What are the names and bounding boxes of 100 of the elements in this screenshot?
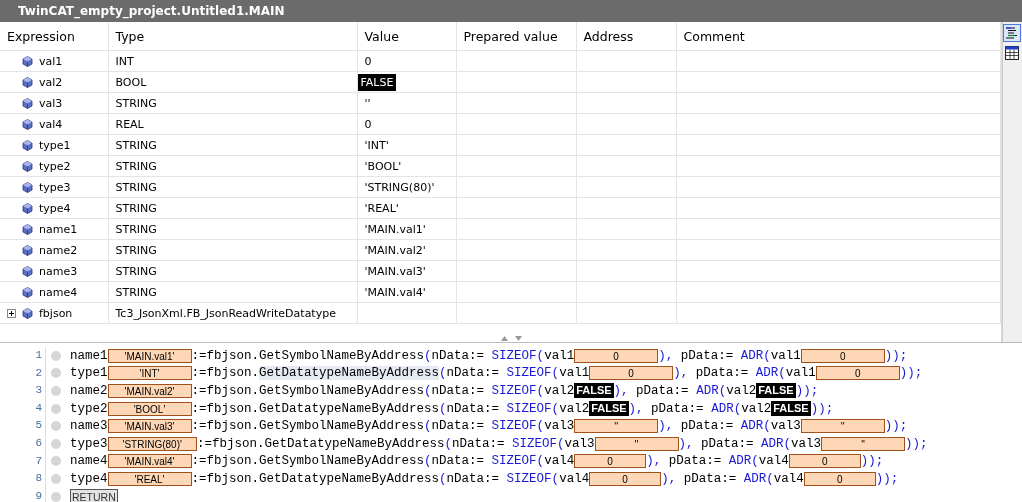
code-text: pData:= [680,419,734,434]
view-toggle-button[interactable] [1003,44,1022,62]
code-text: nData:= [446,366,500,381]
breakpoint-dot-icon[interactable] [51,386,61,396]
variable-icon [22,307,33,319]
type-cell: STRING [115,264,157,278]
column-header[interactable]: Comment [676,22,1000,51]
breakpoint-dot-icon[interactable] [51,491,61,502]
value-cell: '' [364,96,371,110]
line-number: 8 [34,471,43,487]
code-punctuation: )); [905,436,928,451]
keyword: ADR [710,401,734,416]
code-punctuation: ( [536,348,545,363]
line-number: 6 [34,435,43,451]
code-text: type1 [70,366,108,381]
breakpoint-dot-icon[interactable] [51,456,61,467]
keyword: ADR [742,471,767,486]
keyword: ADR [695,384,719,398]
window-title: TwinCAT_empty_project.Untitled1.MAIN [0,0,1022,22]
code-text: :=fbjson.GetSymbolNameByAddress [191,419,425,434]
code-punctuation: ( [444,436,452,451]
inline-value: 0 [800,348,885,363]
expression-cell: name4 [39,285,78,299]
column-header[interactable]: Address [576,22,676,51]
code-punctuation: )); [899,366,923,381]
code-text: val3 [544,419,575,434]
code-punctuation: ( [424,454,432,469]
keyword: ADR [760,436,784,451]
inline-value: 0 [574,454,647,469]
value-cell: 0 [364,54,372,68]
variable-icon [22,244,33,256]
code-text: name2 [70,384,108,398]
code-text: val4 [559,471,590,486]
code-punctuation: ( [439,401,447,416]
column-header[interactable]: Value [357,22,456,51]
type-cell: STRING [115,138,157,152]
code-punctuation: )); [884,419,908,434]
variable-icon [22,76,33,88]
breakpoint-dot-icon[interactable] [51,421,61,432]
keyword: SIZEOF [490,419,537,434]
keyword: SIZEOF [505,366,552,381]
code-punctuation: )); [860,454,884,469]
value-cell: 0 [364,117,372,131]
keyword: SIZEOF [490,454,537,469]
type-cell: STRING [115,96,157,110]
code-text: :=fbjson. [191,366,260,381]
line-number: 9 [34,488,43,502]
breakpoint-dot-icon[interactable] [51,438,61,449]
inline-value: 'STRING(80)' [107,436,197,451]
variable-icon [22,202,33,214]
view-toggle-button[interactable] [1003,24,1022,42]
code-text: :=fbjson.GetDatatypeNameByAddress [191,471,440,486]
code-punctuation: ( [551,401,560,416]
expression-cell: val1 [39,54,63,68]
inline-value: FALSE [771,401,811,417]
code-text: val2 [726,384,757,398]
code-text: nData:= [451,436,505,451]
inline-value: '' [594,436,679,451]
column-header[interactable]: Expression [0,22,108,51]
code-punctuation: )); [810,401,834,416]
code-text: val4 [544,454,575,469]
code-punctuation: ( [424,348,432,363]
code-punctuation: ( [718,384,727,398]
code-text: nData:= [431,348,485,363]
type-cell: BOOL [115,75,147,89]
splitter-arrows-icon[interactable] [500,335,524,342]
keyword: ADR [739,419,764,434]
code-text: pData:= [636,384,689,398]
inline-value: '' [574,419,659,434]
code-punctuation: ( [766,471,774,486]
breakpoint-dot-icon[interactable] [51,473,61,484]
code-text: val2 [741,401,772,416]
expression-cell: type4 [39,201,71,215]
value-cell: 'MAIN.val3' [364,264,426,278]
inline-value: 0 [589,366,674,381]
code-punctuation: ( [733,401,742,416]
code-text: pData:= [695,366,749,381]
return-marker: RETURN [70,488,118,502]
column-header[interactable]: Prepared value [456,22,576,51]
code-punctuation: ( [424,419,432,434]
expression-cell: type3 [39,180,71,194]
keyword: SIZEOF [511,436,557,451]
expand-icon[interactable] [7,308,16,318]
code-text: val1 [559,366,590,381]
column-header[interactable]: Type [108,22,357,51]
code-punctuation: )); [884,348,908,363]
inline-value: 'BOOL' [107,401,192,416]
expression-cell: type2 [39,159,71,173]
code-text: :=fbjson.GetSymbolNameByAddress [191,348,425,363]
keyword: SIZEOF [490,348,537,363]
inline-value: 'MAIN.val1' [107,348,192,363]
breakpoint-dot-icon[interactable] [51,403,61,414]
code-punctuation: ( [557,436,565,451]
inline-value: 'REAL' [107,471,192,486]
breakpoint-dot-icon[interactable] [51,350,61,361]
type-cell: STRING [115,201,157,215]
inline-value: '' [800,419,885,434]
breakpoint-dot-icon[interactable] [51,368,61,379]
inline-value: 0 [589,471,662,486]
code-text: nData:= [446,471,500,486]
